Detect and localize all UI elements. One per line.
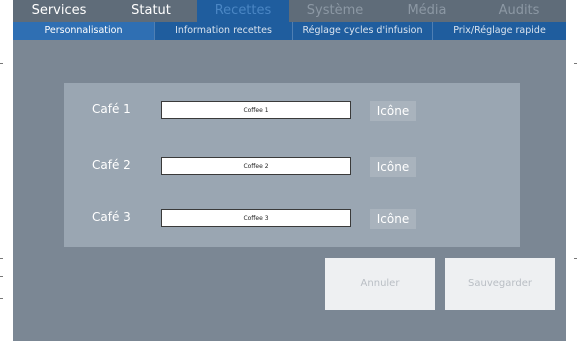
- edge-tick: [0, 276, 3, 277]
- subtab-personnalisation[interactable]: Personnalisation: [13, 22, 154, 40]
- cafe-row-1: Café 1 Icône: [64, 100, 520, 122]
- icon-button[interactable]: Icône: [370, 101, 416, 121]
- cafe-name-input[interactable]: [161, 209, 351, 227]
- cancel-button[interactable]: Annuler: [325, 258, 435, 310]
- cafe-row-3: Café 3 Icône: [64, 208, 520, 230]
- subtab-prix-reglage-rapide[interactable]: Prix/Réglage rapide: [432, 22, 566, 40]
- main-tab-bar: Services Statut Recettes Système Média A…: [13, 0, 566, 22]
- tab-systeme[interactable]: Système: [289, 0, 381, 22]
- touch-screen: Services Statut Recettes Système Média A…: [13, 0, 566, 341]
- icon-button[interactable]: Icône: [370, 157, 416, 177]
- tab-services[interactable]: Services: [13, 0, 105, 22]
- save-button[interactable]: Sauvegarder: [445, 258, 555, 310]
- tab-media[interactable]: Média: [381, 0, 473, 22]
- tab-statut[interactable]: Statut: [105, 0, 197, 22]
- icon-button[interactable]: Icône: [370, 209, 416, 229]
- cafe-row-2: Café 2 Icône: [64, 156, 520, 178]
- tab-audits[interactable]: Audits: [473, 0, 565, 22]
- subtab-information-recettes[interactable]: Information recettes: [154, 22, 292, 40]
- cafe-name-input[interactable]: [161, 101, 351, 119]
- edge-tick: [0, 298, 3, 299]
- edge-tick: [0, 63, 3, 64]
- edge-tick: [0, 258, 3, 259]
- cafe-label: Café 3: [92, 210, 131, 224]
- cafe-label: Café 2: [92, 158, 131, 172]
- sub-tab-bar: Personnalisation Information recettes Ré…: [13, 22, 566, 40]
- subtab-reglage-cycles-infusion[interactable]: Réglage cycles d'infusion: [292, 22, 432, 40]
- tab-recettes[interactable]: Recettes: [197, 0, 289, 22]
- cafe-label: Café 1: [92, 102, 131, 116]
- cafe-name-input[interactable]: [161, 157, 351, 175]
- coffee-names-panel: Café 1 Icône Café 2 Icône Café 3 Icône: [64, 83, 520, 247]
